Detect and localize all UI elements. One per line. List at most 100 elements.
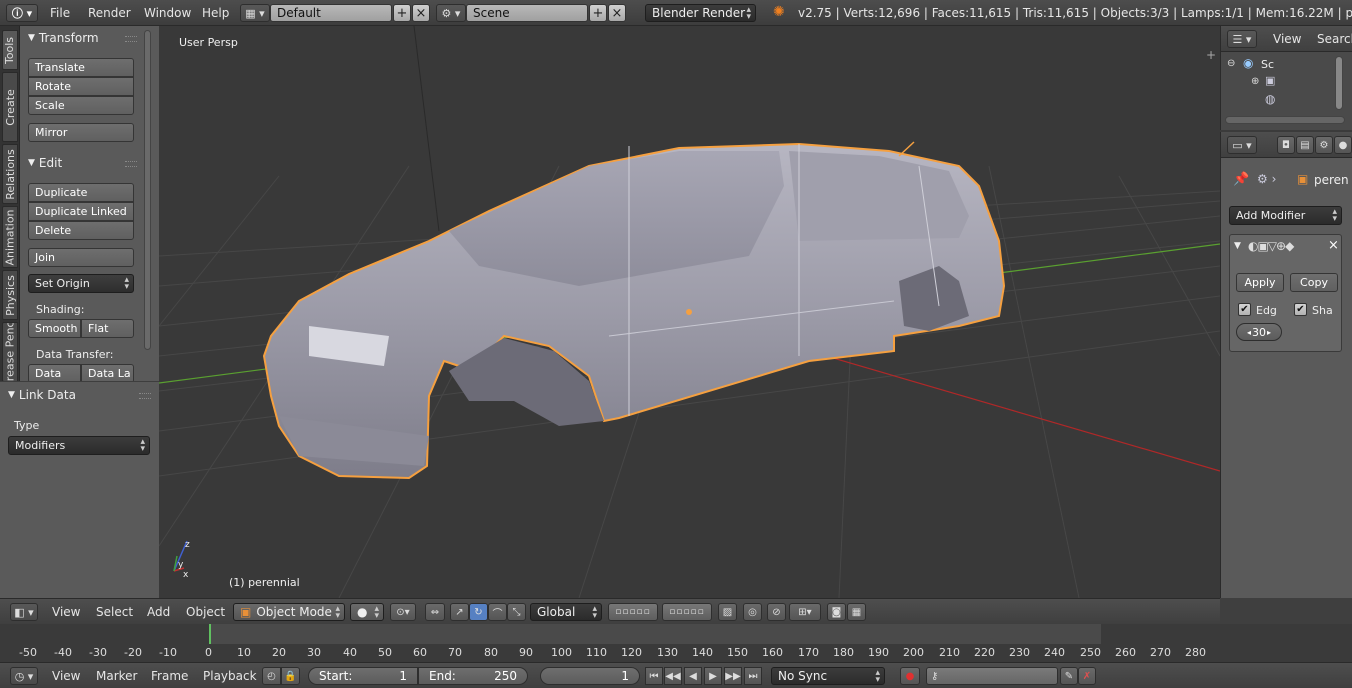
set-origin-dropdown[interactable]: Set Origin ▴ ▾ bbox=[28, 274, 134, 293]
split-angle-field[interactable]: ◂ 30 ▸ bbox=[1236, 323, 1282, 341]
flat-button[interactable]: Flat bbox=[81, 319, 134, 338]
timeline-menu-frame[interactable]: Frame bbox=[151, 669, 188, 683]
add-layout-icon[interactable]: + bbox=[393, 4, 411, 22]
opengl-animation-icon[interactable]: ▦ bbox=[847, 603, 866, 621]
jump-end-icon[interactable]: ⏭ bbox=[744, 667, 762, 685]
render-engine-dropdown[interactable]: Blender Render ▴ ▾ bbox=[645, 4, 756, 22]
sync-mode-dropdown[interactable]: No Sync ▴ ▾ bbox=[771, 667, 885, 685]
outliner-vscrollbar[interactable] bbox=[1335, 56, 1343, 110]
tab-physics[interactable]: Physics bbox=[2, 270, 18, 320]
tool-shelf-scrollbar[interactable] bbox=[144, 30, 151, 350]
play-reverse-icon[interactable]: ◀ bbox=[684, 667, 702, 685]
layers-grid-right[interactable]: ▫▫▫▫▫ bbox=[662, 603, 712, 621]
tab-grease-pencil[interactable]: Grease Pencil bbox=[2, 322, 18, 382]
snap-element-dropdown[interactable]: ⊞▾ bbox=[789, 603, 821, 621]
edge-angle-checkbox[interactable]: ✔ bbox=[1238, 303, 1251, 316]
modifier-tools-icon[interactable]: ◐▣▽⊕◆ bbox=[1248, 239, 1294, 253]
sharp-edges-checkbox[interactable]: ✔ bbox=[1294, 303, 1307, 316]
editor-type-timeline-button[interactable]: ◷ ▾ bbox=[10, 667, 38, 685]
timeline-menu-playback[interactable]: Playback bbox=[203, 669, 257, 683]
scene-browse-button[interactable]: ⚙ ▾ bbox=[436, 4, 466, 22]
editor-type-3dview-button[interactable]: ◧ ▾ bbox=[10, 603, 38, 621]
rotate-manipulator-icon[interactable]: ↻ bbox=[469, 603, 488, 621]
timeline-menu-view[interactable]: View bbox=[52, 669, 80, 683]
world-tab-icon[interactable]: ● bbox=[1334, 136, 1352, 154]
scale-button[interactable]: Scale bbox=[28, 96, 134, 115]
join-button[interactable]: Join bbox=[28, 248, 134, 267]
menu-file[interactable]: File bbox=[50, 6, 70, 20]
current-frame-field[interactable]: 1 bbox=[540, 667, 640, 685]
smooth-button[interactable]: Smooth bbox=[28, 319, 81, 338]
play-icon[interactable]: ▶ bbox=[704, 667, 722, 685]
remove-scene-icon[interactable]: × bbox=[608, 4, 626, 22]
jump-start-icon[interactable]: ⏮ bbox=[645, 667, 663, 685]
delete-button[interactable]: Delete bbox=[28, 221, 134, 240]
transform-orientation-dropdown[interactable]: Global ▴ ▾ bbox=[530, 603, 602, 621]
scene-name-field[interactable]: Scene bbox=[466, 4, 588, 22]
outliner-hscrollbar[interactable] bbox=[1225, 116, 1345, 124]
insert-keyframe-icon[interactable]: ✎ bbox=[1060, 667, 1078, 685]
preview-range-icon[interactable]: ◴ bbox=[262, 667, 281, 685]
modifier-remove-icon[interactable]: × bbox=[1328, 238, 1339, 253]
transform-panel-header[interactable]: ▼ Transform bbox=[28, 29, 99, 47]
outliner-view-menu[interactable]: View bbox=[1273, 32, 1301, 46]
menu-view[interactable]: View bbox=[52, 605, 80, 619]
expand-plus-icon[interactable]: ⊕ bbox=[1251, 76, 1259, 87]
pin-icon[interactable]: 📌 bbox=[1233, 172, 1249, 187]
proportional-edit-icon[interactable]: ◎ bbox=[743, 603, 762, 621]
tab-animation[interactable]: Animation bbox=[2, 206, 18, 268]
interaction-mode-dropdown[interactable]: ▣ Object Mode ▴ ▾ bbox=[233, 603, 345, 621]
menu-select[interactable]: Select bbox=[96, 605, 133, 619]
snap-toggle-icon[interactable]: ⊘ bbox=[767, 603, 786, 621]
add-modifier-dropdown[interactable]: Add Modifier ▴ ▾ bbox=[1229, 206, 1342, 225]
lock-range-icon[interactable]: 🔒 bbox=[281, 667, 300, 685]
mirror-button[interactable]: Mirror bbox=[28, 123, 134, 142]
end-frame-field[interactable]: End: 250 bbox=[418, 667, 528, 685]
3d-viewport[interactable]: z y x User Persp (1) perennial + bbox=[159, 26, 1220, 598]
edit-panel-header[interactable]: ▼ Edit bbox=[28, 154, 62, 172]
arc-manipulator-icon[interactable]: ⌒ bbox=[488, 603, 507, 621]
prev-keyframe-icon[interactable]: ◀◀ bbox=[664, 667, 682, 685]
outliner-scene-item[interactable]: Sc bbox=[1261, 58, 1274, 71]
delete-keyframe-icon[interactable]: ✗ bbox=[1078, 667, 1096, 685]
timeline-menu-marker[interactable]: Marker bbox=[96, 669, 137, 683]
timeline[interactable]: -50 -40 -30 -20 -10 0 10 20 30 40 50 60 … bbox=[0, 624, 1220, 662]
layout-name-field[interactable]: Default bbox=[270, 4, 392, 22]
menu-window[interactable]: Window bbox=[144, 6, 191, 20]
link-type-dropdown[interactable]: Modifiers ▴ ▾ bbox=[8, 436, 150, 455]
scene-tab-icon[interactable]: ⚙ bbox=[1315, 136, 1333, 154]
render-tab-icon[interactable]: ◘ bbox=[1277, 136, 1295, 154]
keying-set-field[interactable]: ⚷ bbox=[926, 667, 1058, 685]
manipulator-toggle-icon[interactable]: ⇔ bbox=[425, 603, 445, 621]
drag-grip-icon[interactable] bbox=[125, 161, 137, 167]
opengl-render-icon[interactable]: ◙ bbox=[827, 603, 846, 621]
increment-icon[interactable]: ▸ bbox=[1267, 328, 1271, 337]
layout-browse-button[interactable]: ▦ ▾ bbox=[240, 4, 270, 22]
duplicate-button[interactable]: Duplicate bbox=[28, 183, 134, 202]
render-layers-tab-icon[interactable]: ▤ bbox=[1296, 136, 1314, 154]
link-data-header[interactable]: ▼ Link Data bbox=[8, 386, 76, 404]
tab-relations[interactable]: Relations bbox=[2, 144, 18, 204]
decrement-icon[interactable]: ◂ bbox=[1247, 328, 1251, 337]
layers-grid-left[interactable]: ▫▫▫▫▫ bbox=[608, 603, 658, 621]
duplicate-linked-button[interactable]: Duplicate Linked bbox=[28, 202, 134, 221]
remove-layout-icon[interactable]: × bbox=[412, 4, 430, 22]
start-frame-field[interactable]: Start: 1 bbox=[308, 667, 418, 685]
viewport-shading-dropdown[interactable]: ● ▴ ▾ bbox=[350, 603, 384, 621]
timeline-track[interactable] bbox=[0, 624, 1220, 644]
frame-ruler[interactable]: -50 -40 -30 -20 -10 0 10 20 30 40 50 60 … bbox=[0, 644, 1220, 662]
next-keyframe-icon[interactable]: ▶▶ bbox=[724, 667, 742, 685]
translate-button[interactable]: Translate bbox=[28, 58, 134, 77]
editor-type-properties-button[interactable]: ▭ ▾ bbox=[1227, 136, 1257, 154]
pivot-point-icon[interactable]: ⊙▾ bbox=[390, 603, 416, 621]
translate-manipulator-icon[interactable]: ↗ bbox=[450, 603, 469, 621]
outliner-search-menu[interactable]: Search bbox=[1317, 32, 1352, 46]
viewport-split-icon[interactable]: + bbox=[1206, 48, 1216, 62]
editor-type-info-button[interactable]: ⓘ ▾ bbox=[6, 4, 38, 22]
modifier-collapse-icon[interactable]: ▼ bbox=[1234, 241, 1241, 251]
drag-grip-icon[interactable] bbox=[125, 36, 137, 42]
expand-minus-icon[interactable]: ⊖ bbox=[1227, 58, 1235, 69]
add-scene-icon[interactable]: + bbox=[589, 4, 607, 22]
drag-grip-icon[interactable] bbox=[139, 393, 151, 399]
apply-button[interactable]: Apply bbox=[1236, 273, 1284, 292]
